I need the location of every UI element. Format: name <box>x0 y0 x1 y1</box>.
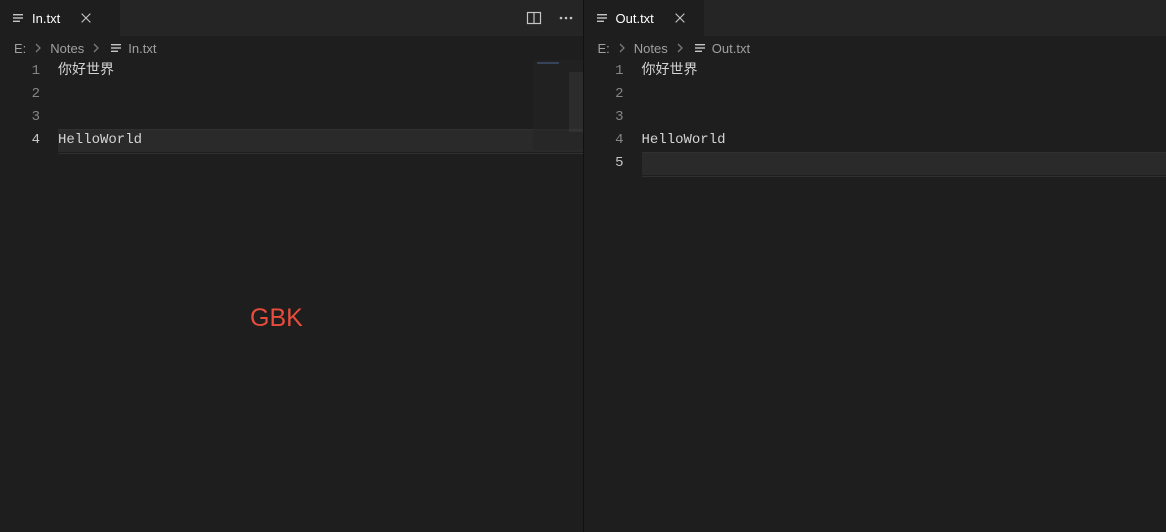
tab-label: Out.txt <box>616 11 654 26</box>
line-number: 3 <box>584 106 624 129</box>
breadcrumb-drive[interactable]: E: <box>598 41 610 56</box>
tab-actions <box>525 0 583 36</box>
minimap-mark <box>537 62 559 64</box>
code-line: 你好世界 <box>58 60 583 83</box>
minimap-viewport[interactable] <box>569 72 583 132</box>
code-line: HelloWorld <box>642 129 1166 152</box>
breadcrumb-folder[interactable]: Notes <box>634 41 668 56</box>
breadcrumb-folder[interactable]: Notes <box>50 41 84 56</box>
code-line <box>642 106 1166 129</box>
code-line <box>642 152 1166 175</box>
line-number: 2 <box>584 83 624 106</box>
code-line: HelloWorld <box>58 129 583 152</box>
breadcrumb-file[interactable]: Out.txt <box>692 40 750 56</box>
minimap[interactable] <box>533 60 583 150</box>
close-icon[interactable] <box>672 10 688 26</box>
line-number: 5 <box>584 152 624 175</box>
tab-in-txt[interactable]: In.txt <box>0 0 120 36</box>
line-number-gutter: 1 2 3 4 <box>0 60 58 532</box>
tab-bar: Out.txt <box>584 0 1166 36</box>
code-line <box>58 83 583 106</box>
file-lines-icon <box>108 40 124 56</box>
code-line <box>58 106 583 129</box>
file-lines-icon <box>10 10 26 26</box>
breadcrumb[interactable]: E: Notes In.txt <box>0 36 583 60</box>
more-actions-icon[interactable] <box>557 9 575 27</box>
code-content[interactable]: 你好世界 HelloWorld <box>642 60 1166 532</box>
file-lines-icon <box>594 10 610 26</box>
breadcrumb-file[interactable]: In.txt <box>108 40 156 56</box>
split-editor-icon[interactable] <box>525 9 543 27</box>
line-number: 1 <box>584 60 624 83</box>
file-lines-icon <box>692 40 708 56</box>
chevron-right-icon <box>614 42 630 54</box>
editor-pane-left: In.txt E: Notes <box>0 0 584 532</box>
line-number: 2 <box>0 83 40 106</box>
line-number: 4 <box>0 129 40 152</box>
tab-label: In.txt <box>32 11 60 26</box>
code-content[interactable]: 你好世界 HelloWorld <box>58 60 583 532</box>
line-number: 1 <box>0 60 40 83</box>
tab-out-txt[interactable]: Out.txt <box>584 0 704 36</box>
chevron-right-icon <box>672 42 688 54</box>
code-line <box>642 83 1166 106</box>
code-editor[interactable]: 1 2 3 4 你好世界 HelloWorld <box>0 60 583 532</box>
close-icon[interactable] <box>78 10 94 26</box>
breadcrumb-drive[interactable]: E: <box>14 41 26 56</box>
line-number-gutter: 1 2 3 4 5 <box>584 60 642 532</box>
code-editor[interactable]: 1 2 3 4 5 你好世界 HelloWorld <box>584 60 1166 532</box>
chevron-right-icon <box>30 42 46 54</box>
editor-pane-right: Out.txt E: Notes Out.txt <box>584 0 1166 532</box>
chevron-right-icon <box>88 42 104 54</box>
line-number: 4 <box>584 129 624 152</box>
tab-bar: In.txt <box>0 0 583 36</box>
breadcrumb[interactable]: E: Notes Out.txt <box>584 36 1166 60</box>
line-number: 3 <box>0 106 40 129</box>
code-line: 你好世界 <box>642 60 1166 83</box>
